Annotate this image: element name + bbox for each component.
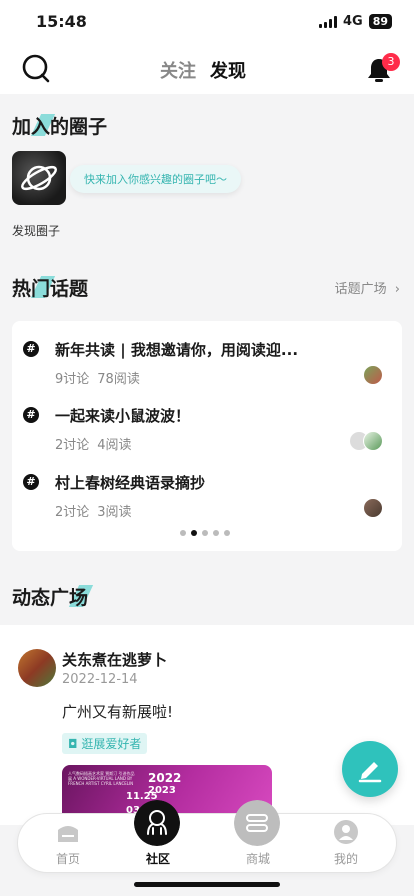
tab-community[interactable]: 社区 xyxy=(118,800,198,872)
avatar xyxy=(363,498,383,518)
carousel-indicator xyxy=(180,530,230,536)
post-tag[interactable]: ◘ 逛展爱好者 xyxy=(62,733,148,754)
tab-profile[interactable]: 我的 xyxy=(306,814,386,872)
tab-follow[interactable]: 关注 xyxy=(160,57,196,83)
carousel-dot[interactable] xyxy=(180,530,186,536)
circles-section-title: 加入的圈子 xyxy=(12,114,108,138)
status-indicators: 4G 89 xyxy=(318,14,392,29)
topic-meta: 2讨论 4阅读 xyxy=(55,438,132,453)
discover-circle-label[interactable]: 发现圈子 xyxy=(12,222,60,239)
feed-section-title: 动态广场 xyxy=(12,583,94,610)
post-text: 广州又有新展啦! xyxy=(62,703,174,721)
user-icon xyxy=(334,820,358,844)
bottom-tab-bar: 首页 社区 商城 我的 xyxy=(18,800,396,872)
status-time: 15:48 xyxy=(36,12,87,31)
topics-section-title: 热门话题 xyxy=(12,276,89,300)
carousel-dot[interactable] xyxy=(191,530,197,536)
top-nav: 关注 发现 3 xyxy=(0,46,414,94)
chevron-right-icon: › xyxy=(394,282,400,297)
pencil-icon xyxy=(358,762,382,783)
home-indicator[interactable] xyxy=(134,882,280,887)
topic-title: 一起来读小鼠波波！ xyxy=(55,407,191,425)
participant-avatars xyxy=(363,498,383,518)
topic-meta: 2讨论 3阅读 xyxy=(55,505,132,520)
carousel-dot[interactable] xyxy=(224,530,230,536)
tab-home[interactable]: 首页 xyxy=(28,814,108,872)
poster-year-start: 2022 xyxy=(148,771,182,785)
tab-discover[interactable]: 发现 xyxy=(210,57,246,83)
topic-title: 新年共读 | 我想邀请你，用阅读迎... xyxy=(55,341,299,359)
planet-icon xyxy=(21,165,57,191)
notification-badge: 3 xyxy=(382,53,400,71)
circle-hint-bubble: 快来加入你感兴趣的圈子吧～ xyxy=(70,165,241,193)
home-icon xyxy=(58,826,78,842)
hashtag-icon: # xyxy=(23,474,39,490)
compose-button[interactable] xyxy=(342,741,398,797)
signal-icon xyxy=(318,15,337,28)
status-bar: 15:48 4G 89 xyxy=(0,0,414,46)
poster-text: 人气数码插画艺术家 贾斯汀 引进作品展 A WONDER-VIRTUAL LAN… xyxy=(68,771,135,786)
hashtag-icon: # xyxy=(23,341,39,357)
topic-square-link[interactable]: 话题广场 › xyxy=(335,278,400,297)
post-author[interactable]: 关东煮在逃萝卜 xyxy=(62,649,167,670)
community-icon xyxy=(134,800,180,846)
search-icon[interactable] xyxy=(22,54,50,84)
avatar xyxy=(363,431,383,451)
discover-circle-avatar[interactable] xyxy=(12,151,66,205)
battery-icon: 89 xyxy=(368,14,392,29)
participant-avatars xyxy=(363,365,383,385)
shop-icon xyxy=(234,800,280,846)
tab-mall[interactable]: 商城 xyxy=(218,800,298,872)
avatar xyxy=(363,365,383,385)
participant-avatars xyxy=(349,431,383,451)
poster-year-end: 2023 xyxy=(148,785,176,796)
tag-icon: ◘ xyxy=(68,737,82,751)
carousel-dot[interactable] xyxy=(202,530,208,536)
hot-topics-card: # 新年共读 | 我想邀请你，用阅读迎... 9讨论 78阅读 # 一起来读小鼠波… xyxy=(12,321,402,551)
network-type: 4G xyxy=(342,14,363,29)
post-date: 2022-12-14 xyxy=(62,672,138,687)
topic-meta: 9讨论 78阅读 xyxy=(55,372,140,387)
avatar[interactable] xyxy=(18,649,56,687)
feed-tabs: 关注 发现 xyxy=(160,57,246,83)
hashtag-icon: # xyxy=(23,407,39,423)
carousel-dot[interactable] xyxy=(213,530,219,536)
topic-title: 村上春树经典语录摘抄 xyxy=(55,474,206,492)
